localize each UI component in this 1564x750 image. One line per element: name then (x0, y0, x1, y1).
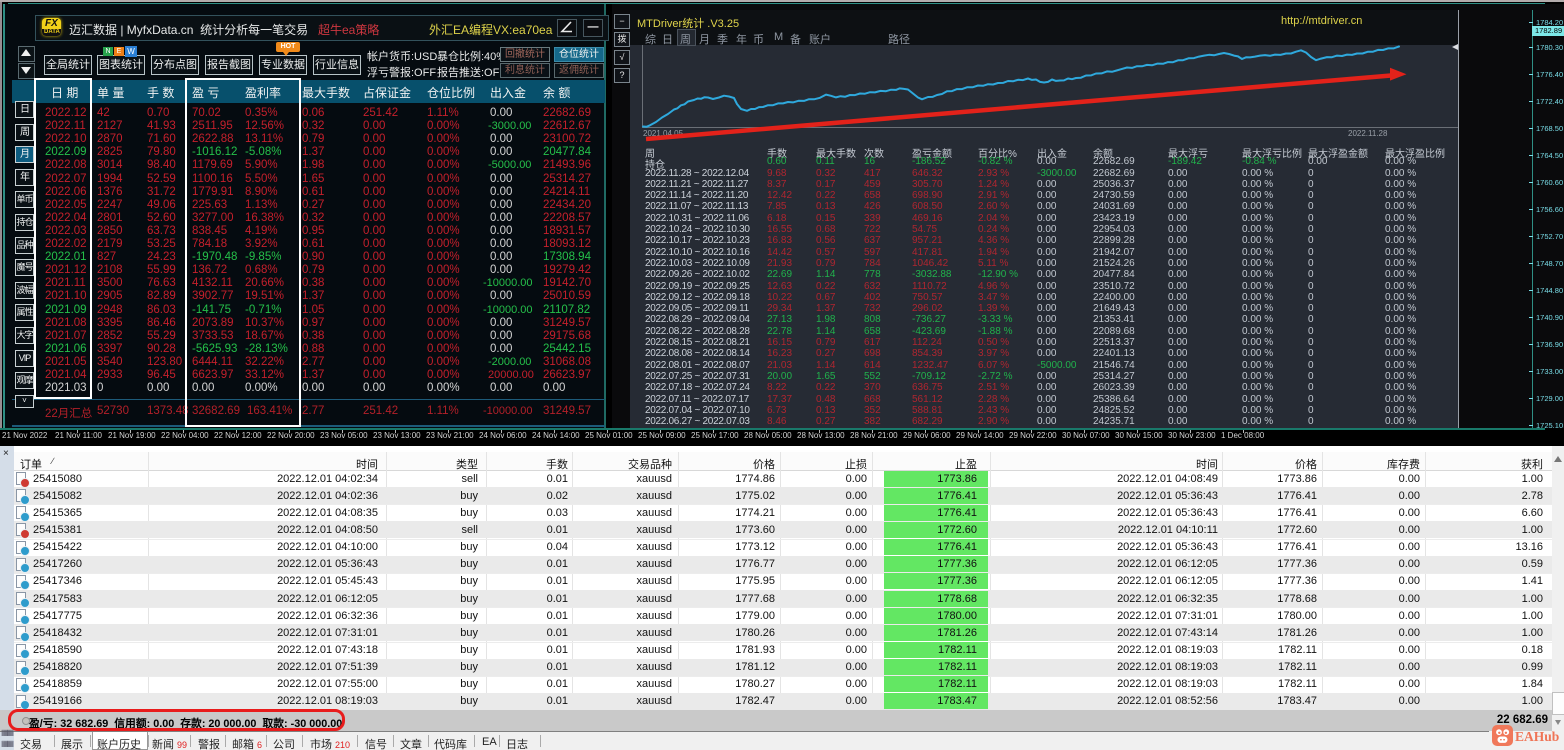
svg-text:EAHub: EAHub (1515, 729, 1559, 744)
